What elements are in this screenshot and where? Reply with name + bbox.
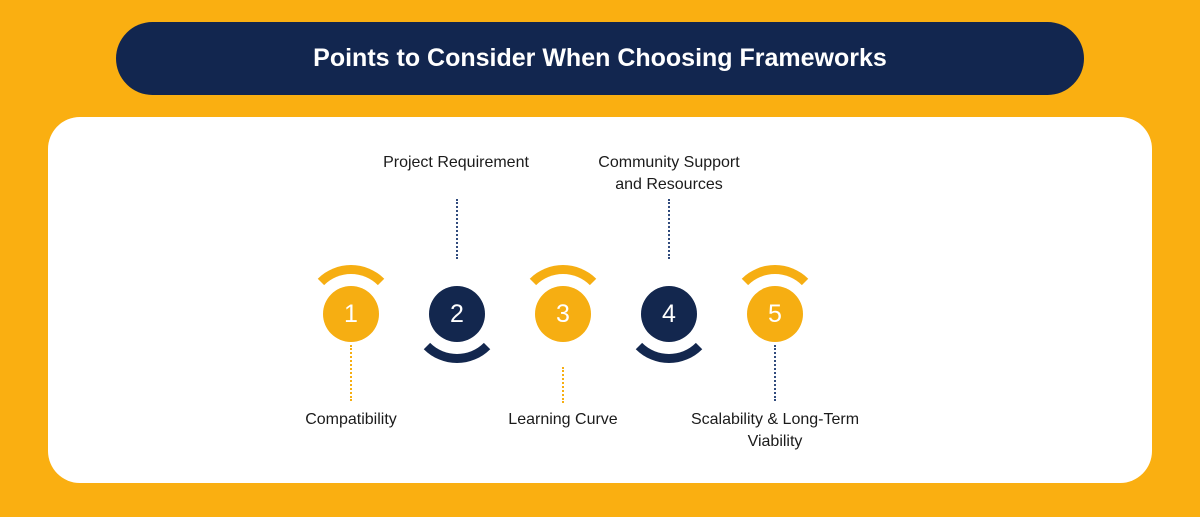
process-diagram: Project Requirement Community Support an… [48, 117, 1152, 483]
connector-5 [774, 345, 776, 401]
diagram-card: Project Requirement Community Support an… [48, 117, 1152, 483]
node-4: 4 [641, 286, 697, 342]
label-5: Scalability & Long-Term Viability [690, 409, 860, 452]
node-5: 5 [747, 286, 803, 342]
connector-2 [456, 199, 458, 259]
label-1: Compatibility [266, 409, 436, 431]
node-1: 1 [323, 286, 379, 342]
label-4: Community Support and Resources [584, 152, 754, 195]
node-3: 3 [535, 286, 591, 342]
label-3: Learning Curve [478, 409, 648, 431]
node-2: 2 [429, 286, 485, 342]
page-title: Points to Consider When Choosing Framewo… [116, 22, 1084, 95]
connector-1 [350, 345, 352, 401]
label-2: Project Requirement [371, 152, 541, 174]
connector-4 [668, 199, 670, 259]
connector-3 [562, 367, 564, 403]
